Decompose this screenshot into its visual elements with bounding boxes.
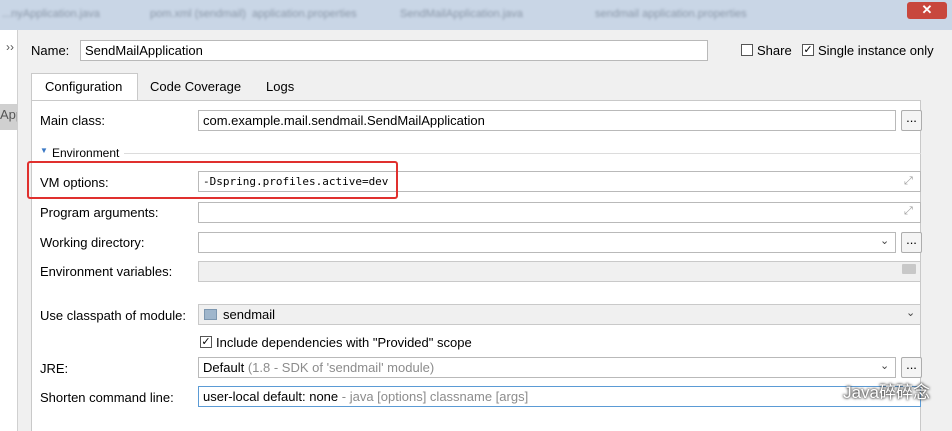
classpath-module-label: Use classpath of module: (40, 308, 186, 323)
chevron-right-icon[interactable]: ›› (6, 40, 14, 54)
editor-tab[interactable]: application.properties (252, 4, 357, 24)
tab-configuration-label: Configuration (45, 79, 123, 94)
jre-browse-button[interactable]: ... (901, 357, 922, 378)
single-instance-checkbox[interactable]: ✓ (802, 44, 814, 56)
main-class-label: Main class: (40, 113, 106, 128)
main-class-browse-button[interactable]: ... (901, 110, 922, 131)
jre-label: JRE: (40, 361, 69, 376)
tab-code-coverage[interactable]: Code Coverage (150, 79, 241, 94)
tab-logs[interactable]: Logs (266, 79, 294, 94)
highlight-annotation (27, 161, 398, 199)
include-dependencies-checkbox[interactable]: ✓ (200, 336, 212, 348)
chevron-down-icon[interactable]: ⌄ (880, 234, 889, 247)
expand-icon[interactable]: ⤢ (904, 175, 913, 188)
main-class-input[interactable]: com.example.mail.sendmail.SendMailApplic… (198, 110, 896, 131)
module-icon (204, 309, 217, 320)
collapse-triangle-icon[interactable]: ▼ (40, 146, 48, 155)
classpath-module-select[interactable]: sendmail (198, 304, 921, 325)
chevron-down-icon[interactable]: ⌄ (906, 306, 915, 319)
shorten-hint: - java [options] classname [args] (338, 389, 529, 404)
environment-section-label: Environment (52, 146, 120, 160)
program-arguments-input[interactable] (198, 202, 921, 223)
jre-value: Default (203, 360, 245, 375)
watermark: Java碎碎念 (843, 383, 930, 402)
program-arguments-label: Program arguments: (40, 205, 159, 220)
environment-variables-input[interactable] (198, 261, 921, 282)
editor-tab[interactable]: ...nyApplication.java (2, 4, 100, 24)
editor-tab[interactable]: pom.xml (sendmail) (150, 4, 246, 24)
shorten-value: user-local default: none (203, 389, 339, 404)
working-directory-browse-button[interactable]: ... (901, 232, 922, 253)
name-input[interactable]: SendMailApplication (80, 40, 708, 61)
working-directory-input[interactable] (198, 232, 896, 253)
editor-tab[interactable]: SendMailApplication.java (400, 4, 523, 24)
editor-tab-strip: ...nyApplication.java pom.xml (sendmail)… (0, 0, 952, 30)
environment-variables-label: Environment variables: (40, 264, 173, 279)
tree-item-label: App (0, 107, 17, 122)
jre-select[interactable]: Default (1.8 - SDK of 'sendmail' module) (198, 357, 896, 378)
chevron-down-icon[interactable]: ⌄ (880, 359, 889, 372)
include-dependencies-label: Include dependencies with "Provided" sco… (216, 335, 472, 350)
shorten-command-line-select[interactable]: user-local default: none - java [options… (198, 386, 921, 407)
share-label: Share (757, 43, 792, 58)
jre-hint: (1.8 - SDK of 'sendmail' module) (247, 360, 435, 375)
name-label: Name: (31, 43, 70, 58)
section-divider (124, 153, 921, 154)
folder-icon[interactable] (902, 264, 916, 274)
shorten-command-line-label: Shorten command line: (40, 390, 174, 405)
editor-tab[interactable]: sendmail application.properties (595, 4, 747, 24)
configurations-tree-panel (0, 30, 18, 431)
single-instance-label: Single instance only (818, 43, 934, 58)
working-directory-label: Working directory: (40, 235, 145, 250)
expand-icon[interactable]: ⤢ (904, 205, 913, 218)
share-checkbox[interactable] (741, 44, 753, 56)
close-button[interactable]: ✕ (907, 2, 947, 19)
